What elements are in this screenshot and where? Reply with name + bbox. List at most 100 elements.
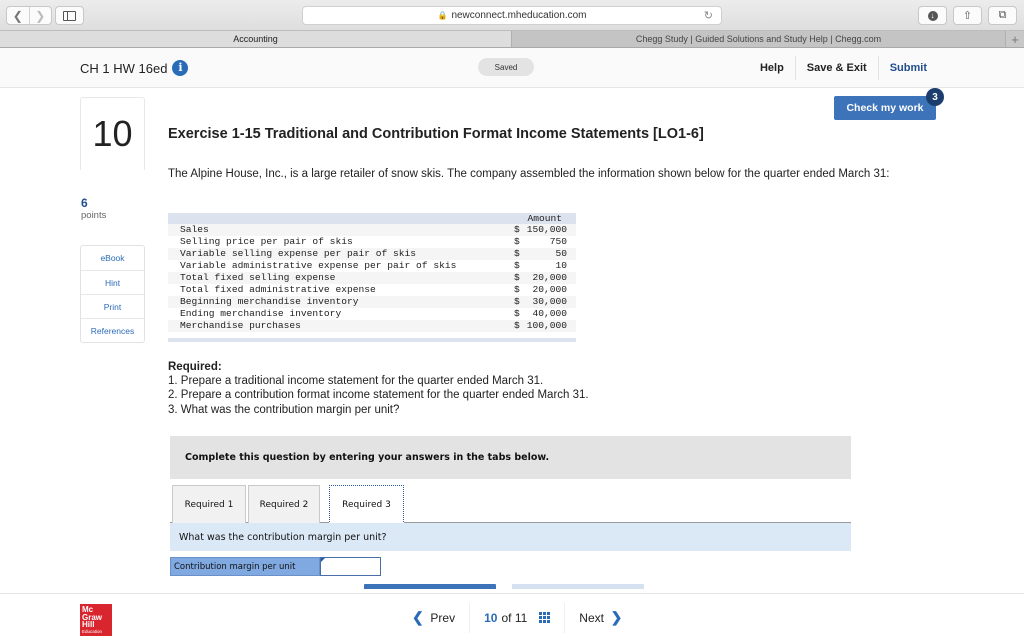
row-dollar: $ <box>514 236 520 247</box>
row-dollar: $ <box>514 248 520 259</box>
tabs-icon: ⧉ <box>998 9 1007 21</box>
saved-status-badge: Saved <box>478 58 534 76</box>
prev-button[interactable]: ❮ Prev <box>398 603 469 633</box>
row-value: 10 <box>555 260 567 271</box>
print-link[interactable]: Print <box>81 294 144 318</box>
required-tabs: Required 1 Required 2 Required 3 <box>170 485 851 524</box>
forward-button[interactable]: ❯ <box>28 7 52 24</box>
nav-buttons: ❮ ❯ <box>6 6 52 25</box>
app-header: CH 1 HW 16ed i Saved Help Save & Exit Su… <box>0 48 1024 88</box>
row-label: Selling price per pair of skis <box>180 236 353 247</box>
sidebar-toggle-button[interactable] <box>55 6 84 25</box>
required-heading: Required: <box>168 361 222 373</box>
new-tab-button[interactable]: + <box>1005 31 1024 47</box>
info-icon[interactable]: i <box>172 60 189 76</box>
row-label: Total fixed administrative expense <box>180 284 376 295</box>
share-button[interactable]: ⇧ <box>953 6 982 25</box>
check-attempts-badge: 3 <box>926 88 944 106</box>
prev-label: Prev <box>430 610 456 625</box>
plus-icon: + <box>1011 31 1019 47</box>
required-item-2: 2. Prepare a contribution format income … <box>168 389 589 402</box>
answer-row: Contribution margin per unit <box>170 557 381 576</box>
row-label: Variable administrative expense per pair… <box>180 260 457 271</box>
given-data-table: Amount Sales $150,000 Selling price per pa… <box>168 213 576 342</box>
total-pages: 11 <box>514 610 528 625</box>
tabs-overview-button[interactable]: ⧉ <box>988 6 1017 25</box>
table-row: Total fixed selling expense $20,000 <box>168 272 576 284</box>
prev-required-button[interactable] <box>364 584 496 589</box>
submit-link[interactable]: Submit <box>877 56 938 80</box>
row-label: Merchandise purchases <box>180 320 301 331</box>
tab-required-2[interactable]: Required 2 <box>248 485 320 523</box>
references-link[interactable]: References <box>81 318 144 342</box>
row-value: 20,000 <box>532 272 567 283</box>
row-dollar: $ <box>514 260 520 271</box>
row-dollar: $ <box>514 320 520 331</box>
tab-label: Chegg Study | Guided Solutions and Study… <box>635 34 882 44</box>
help-link[interactable]: Help <box>749 56 795 80</box>
ebook-link[interactable]: eBook <box>81 246 144 270</box>
tab-chegg[interactable]: Chegg Study | Guided Solutions and Study… <box>512 31 1005 47</box>
current-page: 10 <box>484 610 498 625</box>
row-value: 20,000 <box>532 284 567 295</box>
row-dollar: $ <box>514 272 520 283</box>
assignment-title: CH 1 HW 16ed i <box>80 60 189 76</box>
reload-icon[interactable]: ↻ <box>704 9 713 22</box>
logo-line: Hill <box>82 620 95 629</box>
table-row: Total fixed administrative expense $20,00… <box>168 284 576 296</box>
tab-required-1[interactable]: Required 1 <box>172 485 246 523</box>
row-value: 100,000 <box>526 320 567 331</box>
table-row: Sales $150,000 <box>168 224 576 236</box>
downloads-button[interactable]: ↓ <box>918 6 947 25</box>
of-label: of <box>501 610 512 625</box>
exercise-title: Exercise 1-15 Traditional and Contributi… <box>168 126 704 142</box>
address-bar[interactable]: 🔒 newconnect.mheducation.com ↻ <box>302 6 722 25</box>
mcgraw-hill-logo: Mc Graw Hill Education <box>80 604 112 636</box>
row-value: 50 <box>555 248 567 259</box>
question-intro: The Alpine House, Inc., is a large retai… <box>168 168 890 180</box>
amount-column-header: Amount <box>527 213 562 224</box>
tab-accounting[interactable]: Accounting <box>0 31 512 47</box>
row-value: 750 <box>549 236 567 247</box>
question-prompt: What was the contribution margin per uni… <box>170 523 851 551</box>
question-number: 10 <box>80 97 145 170</box>
row-dollar: $ <box>514 224 520 235</box>
row-dollar: $ <box>514 308 520 319</box>
row-dollar: $ <box>514 284 520 295</box>
chevron-right-icon: ❯ <box>35 8 46 23</box>
hint-link[interactable]: Hint <box>81 270 144 294</box>
table-body: Sales $150,000 Selling price per pair of s… <box>168 224 576 332</box>
tab-label: Accounting <box>233 34 278 44</box>
table-row: Merchandise purchases $100,000 <box>168 320 576 332</box>
url-text: newconnect.mheducation.com <box>451 10 587 21</box>
row-value: 150,000 <box>526 224 567 235</box>
row-dollar: $ <box>514 296 520 307</box>
points-label: points <box>81 210 107 221</box>
save-exit-link[interactable]: Save & Exit <box>794 56 878 80</box>
chevron-left-icon: ❮ <box>412 609 424 625</box>
row-label: Variable selling expense per pair of ski… <box>180 248 417 259</box>
complete-instruction: Complete this question by entering your … <box>170 436 851 479</box>
grid-icon[interactable] <box>539 612 551 623</box>
footer: Mc Graw Hill Education ❮ Prev 10 of 11 N… <box>0 593 1024 640</box>
chevron-left-icon: ❮ <box>12 8 23 23</box>
tab-required-3[interactable]: Required 3 <box>329 485 404 524</box>
back-button[interactable]: ❮ <box>7 7 29 24</box>
header-links: Help Save & Exit Submit <box>749 48 938 88</box>
check-my-work-button[interactable]: Check my work <box>834 96 936 120</box>
table-row: Variable administrative expense per pair… <box>168 260 576 272</box>
row-value: 30,000 <box>532 296 567 307</box>
question-tools: eBook Hint Print References <box>80 245 145 343</box>
next-button[interactable]: Next ❯ <box>564 602 636 633</box>
next-label: Next <box>579 610 604 625</box>
tab-bar: Accounting Chegg Study | Guided Solution… <box>0 30 1024 48</box>
answer-label: Contribution margin per unit <box>170 557 320 576</box>
contribution-margin-input[interactable] <box>320 557 381 576</box>
required-section: Required: 1. Prepare a traditional incom… <box>168 360 589 417</box>
share-icon: ⇧ <box>962 10 973 22</box>
next-required-button[interactable] <box>512 584 644 589</box>
page-indicator[interactable]: 10 of 11 <box>469 602 564 633</box>
row-label: Ending merchandise inventory <box>180 308 342 319</box>
chevron-right-icon: ❯ <box>610 609 623 625</box>
assignment-title-text: CH 1 HW 16ed <box>80 60 168 76</box>
